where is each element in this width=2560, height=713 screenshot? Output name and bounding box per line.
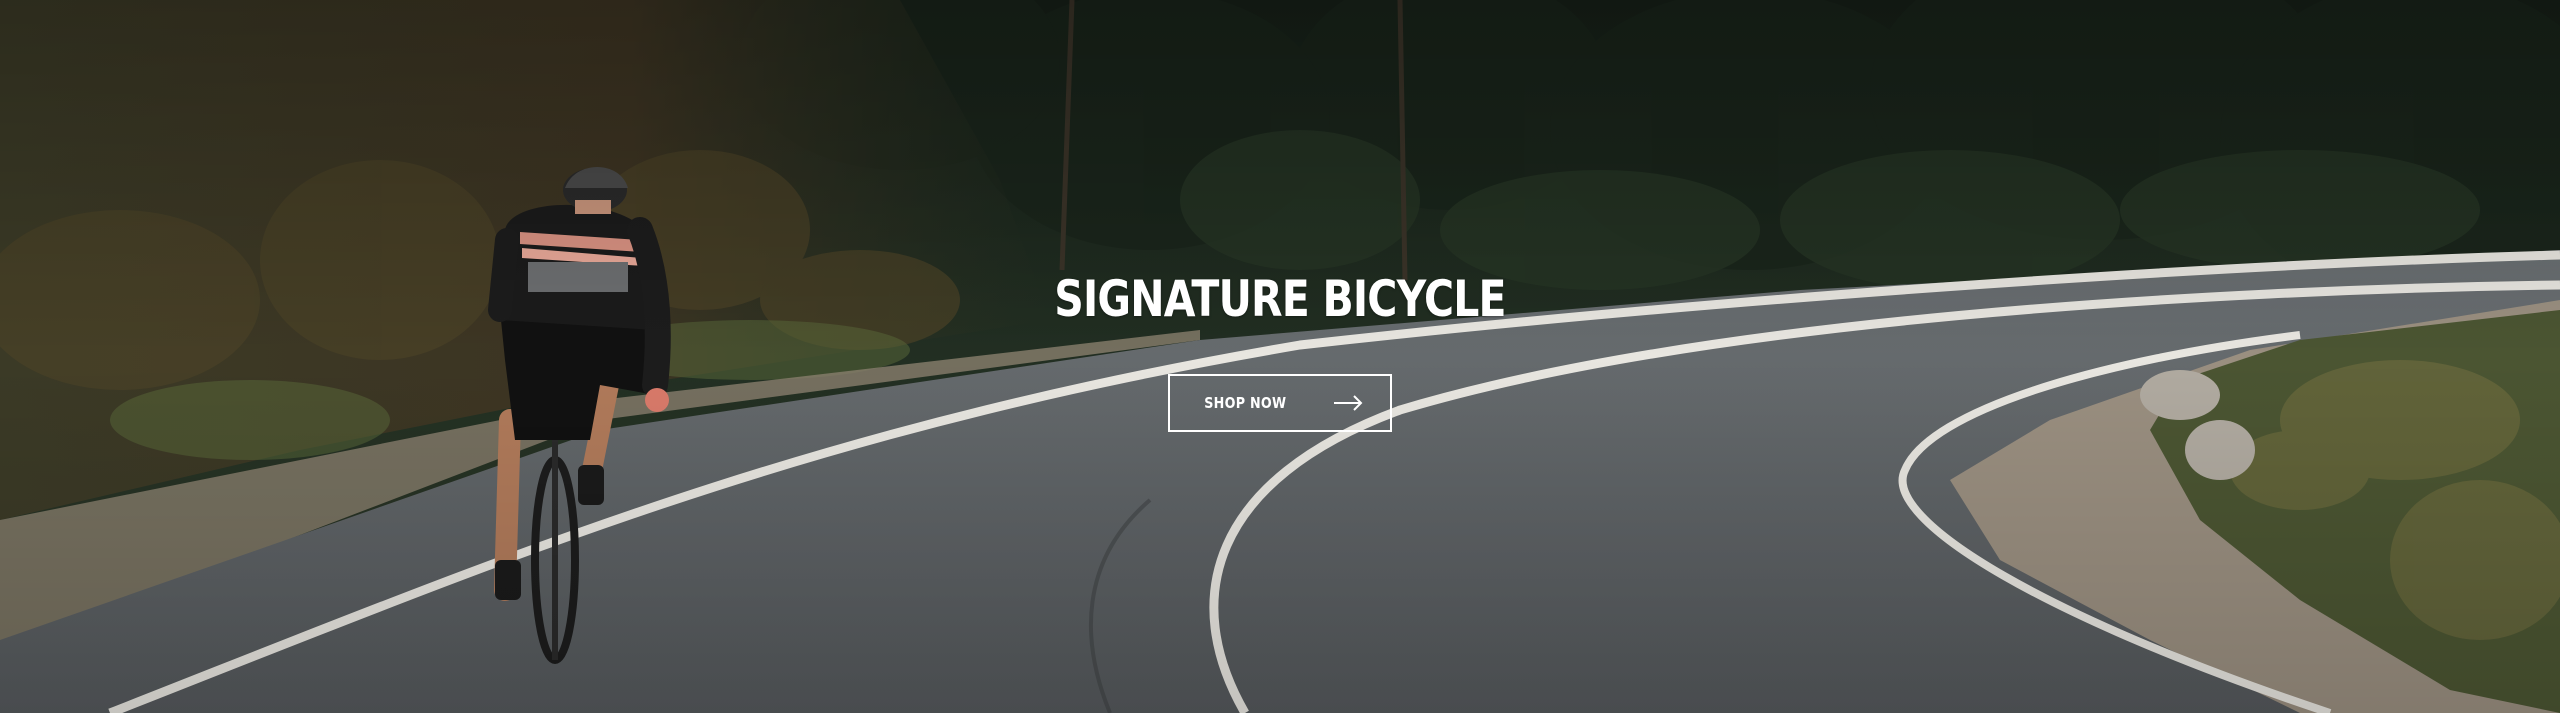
hero-banner: SIGNATURE BICYCLE SHOP NOW [0, 0, 2560, 713]
hero-title: SIGNATURE BICYCLE [1054, 270, 1506, 328]
arrow-right-icon [1334, 395, 1363, 411]
shop-now-label: SHOP NOW [1203, 394, 1287, 412]
shop-now-button[interactable]: SHOP NOW [1168, 374, 1392, 432]
hero-content: SIGNATURE BICYCLE SHOP NOW [0, 0, 2560, 713]
